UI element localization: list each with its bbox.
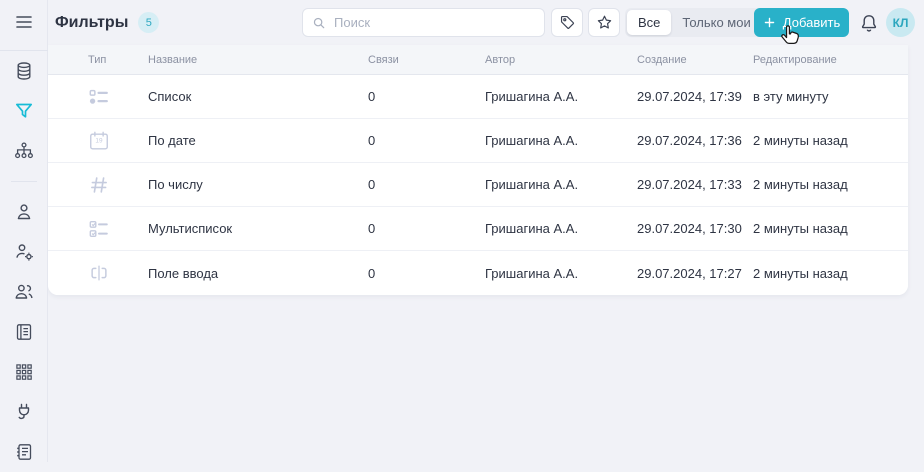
user-icon <box>14 202 34 222</box>
search-input[interactable] <box>332 14 535 31</box>
filter-name: Список <box>148 89 192 104</box>
users-icon <box>14 282 34 302</box>
created-at: 29.07.2024, 17:30 <box>637 221 742 236</box>
filter-name: Поле ввода <box>148 265 219 281</box>
column-header: Название <box>148 53 198 66</box>
author: Гришагина А.А. <box>485 133 579 148</box>
column-header: Создание <box>637 53 687 66</box>
edited-at: 2 минуты назад <box>753 265 848 281</box>
sidebar-item-journal[interactable] <box>4 312 44 352</box>
links-count: 0 <box>368 265 376 281</box>
type-cell <box>88 262 148 284</box>
author: Гришагина А.А. <box>485 177 579 192</box>
tag-icon <box>559 14 576 31</box>
author: Гришагина А.А. <box>485 221 579 236</box>
column-header: Тип <box>88 53 107 66</box>
bell-icon <box>859 13 879 33</box>
input-icon <box>88 262 148 284</box>
type-cell <box>88 86 148 108</box>
user-gear-icon <box>14 242 34 262</box>
filter-icon <box>14 101 34 121</box>
menu-button[interactable] <box>4 2 44 42</box>
author: Гришагина А.А. <box>485 89 579 104</box>
sidebar-item-user-gear[interactable] <box>4 232 44 272</box>
table-row[interactable]: Список 0 Гришагина А.А. 29.07.2024, 17:39 в … <box>48 75 908 119</box>
add-button-label: Добавить <box>782 15 841 30</box>
links-count: 0 <box>368 89 376 104</box>
number-icon <box>88 174 148 196</box>
title-wrap: Фильтры 5 <box>55 0 160 45</box>
calendar-icon: 19 <box>88 130 148 152</box>
database-icon <box>14 61 34 81</box>
plus-icon <box>763 16 776 29</box>
table-row[interactable]: Мультисписок 0 Гришагина А.А. 29.07.2024, 1… <box>48 207 908 251</box>
table-row[interactable]: Поле ввода 0 Гришагина А.А. 29.07.2024, 17:… <box>48 251 908 295</box>
created-at: 29.07.2024, 17:33 <box>637 177 742 192</box>
sidebar-item-database[interactable] <box>4 51 44 91</box>
search-icon <box>312 16 326 30</box>
edited-at: в эту минуту <box>753 89 829 104</box>
created-at: 29.07.2024, 17:39 <box>637 89 742 104</box>
sitemap-icon <box>14 141 34 161</box>
sidebar-item-notebook[interactable] <box>4 432 44 472</box>
topbar: Фильтры 5 Все Только мои Добавить КЛ <box>48 0 924 45</box>
sidebar-item-filter[interactable] <box>4 91 44 131</box>
filter-name: По дате <box>148 133 196 148</box>
created-at: 29.07.2024, 17:27 <box>637 265 742 281</box>
sidebar-item-sitemap[interactable] <box>4 131 44 171</box>
sidebar-divider <box>10 181 37 182</box>
sidebar-item-plug[interactable] <box>4 392 44 432</box>
journal-icon <box>14 322 34 342</box>
add-button[interactable]: Добавить <box>754 8 849 37</box>
grid-icon <box>14 362 34 382</box>
table-header-row: Тип Название Связи Автор Создание Редактирова… <box>48 45 908 75</box>
star-icon <box>596 14 613 31</box>
table-row[interactable]: По числу 0 Гришагина А.А. 29.07.2024, 17:33… <box>48 163 908 207</box>
column-header: Автор <box>485 53 516 66</box>
edited-at: 2 минуты назад <box>753 177 848 192</box>
links-count: 0 <box>368 133 376 148</box>
links-count: 0 <box>368 221 376 236</box>
sidebar <box>0 0 48 462</box>
avatar[interactable]: КЛ <box>886 8 915 37</box>
edited-at: 2 минуты назад <box>753 221 848 236</box>
links-count: 0 <box>368 177 376 192</box>
toggle-option-all[interactable]: Все <box>627 10 672 35</box>
filter-name: По числу <box>148 177 203 192</box>
ownership-toggle: Все Только мои <box>625 8 764 37</box>
plug-icon <box>14 402 34 422</box>
search-box <box>302 8 545 37</box>
multilist-icon <box>88 218 148 240</box>
page-title: Фильтры <box>55 13 129 31</box>
table-row[interactable]: 19 По дате 0 Гришагина А.А. 29.07.2024, 17:3… <box>48 119 908 163</box>
sidebar-item-users[interactable] <box>4 272 44 312</box>
type-cell <box>88 218 148 240</box>
svg-text:19: 19 <box>95 137 103 144</box>
author: Гришагина А.А. <box>485 265 579 281</box>
created-at: 29.07.2024, 17:36 <box>637 133 742 148</box>
toggle-option-mine[interactable]: Только мои <box>671 10 761 35</box>
tags-button[interactable] <box>551 8 583 37</box>
sidebar-item-grid[interactable] <box>4 352 44 392</box>
notebook-icon <box>14 442 34 462</box>
type-cell <box>88 174 148 196</box>
column-header: Редактирование <box>753 53 837 66</box>
list-icon <box>88 86 148 108</box>
table-body: Список 0 Гришагина А.А. 29.07.2024, 17:39 в … <box>48 75 908 295</box>
sidebar-nav <box>4 51 44 472</box>
sidebar-item-user[interactable] <box>4 192 44 232</box>
filters-table: Тип Название Связи Автор Создание Редактирова… <box>48 45 908 295</box>
edited-at: 2 минуты назад <box>753 133 848 148</box>
count-badge: 5 <box>138 12 160 33</box>
favorites-button[interactable] <box>588 8 620 37</box>
type-cell: 19 <box>88 130 148 152</box>
notifications-button[interactable] <box>854 8 883 37</box>
filter-name: Мультисписок <box>148 221 233 236</box>
column-header: Связи <box>368 53 399 66</box>
hamburger-icon <box>14 12 34 32</box>
